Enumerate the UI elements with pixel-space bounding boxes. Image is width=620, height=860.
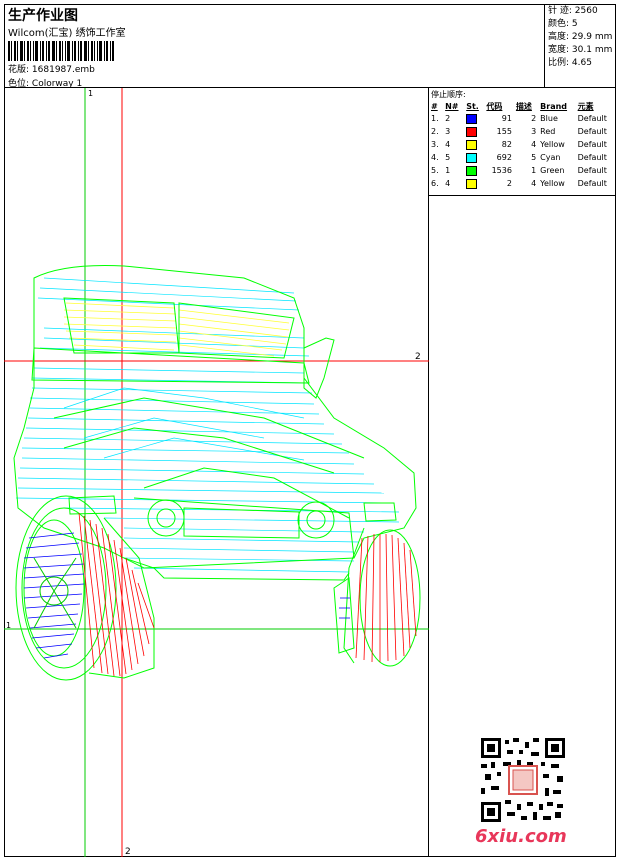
- col-element: 元素: [577, 101, 594, 111]
- row-description: Yellow: [540, 140, 565, 149]
- page-title: 生产作业图: [8, 8, 78, 24]
- color-swatch: [466, 152, 478, 163]
- table-row: 4. 5 692 5 Cyan Default: [429, 151, 616, 164]
- color-swatch: [466, 178, 478, 189]
- row-swatch: [464, 164, 484, 177]
- row-swatch: [464, 177, 484, 190]
- row-code: 4: [531, 179, 537, 188]
- row-needle: 5: [445, 153, 451, 162]
- row-brand: Default: [577, 114, 607, 123]
- header-panel: 生产作业图 Wilcom(汇宝) 绣饰工作室 花版: 1681987.emb 色…: [4, 4, 544, 89]
- col-needle: N#: [445, 101, 459, 111]
- row-needle: 2: [445, 114, 451, 123]
- company-name: Wilcom(汇宝) 绣饰工作室: [8, 28, 126, 39]
- row-needle: 1: [445, 166, 451, 175]
- design-canvas[interactable]: 1 2 2 1: [4, 88, 429, 857]
- row-brand: Default: [577, 166, 607, 175]
- row-description: Green: [540, 166, 565, 175]
- color-swatch: [466, 139, 478, 150]
- row-stitches: 155: [496, 127, 512, 136]
- row-index: 6.: [431, 179, 439, 188]
- guide-label-mid: 2: [415, 352, 421, 362]
- col-code: 代码: [486, 101, 503, 111]
- row-code: 5: [531, 153, 537, 162]
- row-brand: Default: [577, 140, 607, 149]
- row-description: Blue: [540, 114, 558, 123]
- row-brand: Default: [577, 153, 607, 162]
- guide-label-bottom: 2: [125, 847, 131, 857]
- row-brand: Default: [577, 127, 607, 136]
- row-description: Red: [540, 127, 556, 136]
- row-stitches: 2: [506, 179, 512, 188]
- row-index: 5.: [431, 166, 439, 175]
- col-index: #: [431, 101, 438, 111]
- row-index: 3.: [431, 140, 439, 149]
- row-stitches: 91: [501, 114, 512, 123]
- stat-height: 高度: 29.9 mm: [548, 32, 613, 42]
- table-row: 3. 4 82 4 Yellow Default: [429, 138, 616, 151]
- row-stitches: 1536: [491, 166, 512, 175]
- guide-label-low: 1: [6, 621, 11, 630]
- row-swatch: [464, 138, 484, 151]
- stat-scale: 比例: 4.65: [548, 58, 592, 68]
- design-file: 花版: 1681987.emb: [8, 62, 95, 75]
- stop-sequence-title: 停止顺序:: [431, 90, 466, 99]
- wheel-spokes: [33, 557, 77, 629]
- row-index: 2.: [431, 127, 439, 136]
- cyan-stitches: [15, 277, 400, 573]
- stat-colors: 颜色: 5: [548, 19, 578, 29]
- table-header-row: # N# St. 代码 描述 Brand 元素: [429, 100, 616, 112]
- row-index: 4.: [431, 153, 439, 162]
- col-description: 描述: [515, 101, 532, 111]
- col-stitches: St.: [466, 101, 479, 111]
- barcode: [8, 41, 114, 61]
- table-row: 5. 1 1536 1 Green Default: [429, 164, 616, 177]
- stat-stitches: 针 迹: 2560: [548, 6, 598, 16]
- row-code: 4: [531, 140, 537, 149]
- color-swatch: [466, 126, 478, 137]
- green-outlines: [13, 265, 421, 681]
- row-needle: 4: [445, 140, 451, 149]
- embroidery-preview: 1 2 2 1: [4, 88, 429, 857]
- row-code: 2: [531, 114, 537, 123]
- watermark-site[interactable]: 6xiu.com: [475, 826, 567, 847]
- table-row: 2. 3 155 3 Red Default: [429, 125, 616, 138]
- row-code: 3: [531, 127, 537, 136]
- row-brand: Default: [577, 179, 607, 188]
- table-row: 6. 4 2 4 Yellow Default: [429, 177, 616, 190]
- row-swatch: [464, 125, 484, 138]
- row-swatch: [464, 151, 484, 164]
- row-stitches: 82: [501, 140, 512, 149]
- stat-width: 宽度: 30.1 mm: [548, 45, 613, 55]
- row-needle: 4: [445, 179, 451, 188]
- row-needle: 3: [445, 127, 451, 136]
- guide-label-top: 1: [88, 89, 93, 98]
- row-stitches: 692: [496, 153, 512, 162]
- color-swatch: [466, 113, 478, 124]
- stop-sequence-panel: 停止顺序: # N# St. 代码 描述 Brand 元素 1. 2 91 2 Blue…: [429, 88, 616, 196]
- row-swatch: [464, 112, 484, 125]
- design-label: 花版:: [8, 65, 30, 75]
- stop-sequence-table: # N# St. 代码 描述 Brand 元素 1. 2 91 2 Blue Defaul…: [429, 100, 616, 190]
- row-index: 1.: [431, 114, 439, 123]
- col-brand: Brand: [540, 101, 568, 111]
- design-value: 1681987.emb: [31, 65, 95, 75]
- row-description: Cyan: [540, 153, 561, 162]
- row-code: 1: [531, 166, 537, 175]
- blue-wheel-hub: [23, 532, 350, 659]
- qr-code: [481, 738, 565, 822]
- table-row: 1. 2 91 2 Blue Default: [429, 112, 616, 125]
- stats-panel: 针 迹: 2560 颜色: 5 高度: 29.9 mm 宽度: 30.1 mm …: [544, 4, 616, 88]
- row-description: Yellow: [540, 179, 565, 188]
- color-swatch: [466, 165, 478, 176]
